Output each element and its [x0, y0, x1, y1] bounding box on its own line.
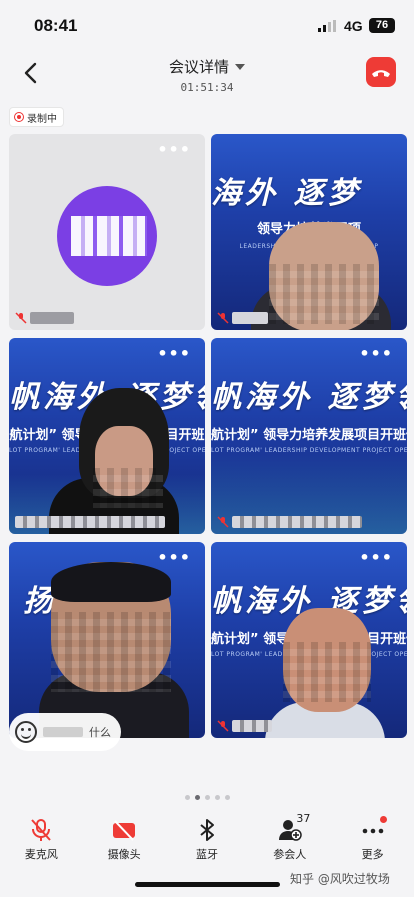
- network-label: 4G: [344, 18, 363, 34]
- bluetooth-icon: [200, 819, 214, 841]
- caret-down-icon[interactable]: [235, 64, 245, 70]
- chat-input-bubble[interactable]: 什么: [9, 713, 121, 751]
- mic-button[interactable]: 麦克风: [0, 808, 83, 870]
- participant-tile[interactable]: 海外 逐梦 领导力培养发展项 LEADERSHIP DEVELOPMENT PR…: [211, 134, 407, 330]
- participant-name-tag: [15, 514, 165, 530]
- status-bar: 08:41 4G 76: [0, 0, 414, 52]
- emoji-icon[interactable]: [15, 721, 37, 743]
- bluetooth-label: 蓝牙: [195, 848, 218, 861]
- mic-off-icon: [15, 312, 27, 324]
- face-mosaic: [283, 642, 371, 702]
- battery-icon: 76: [369, 18, 395, 33]
- participant-name-tag: [217, 718, 272, 734]
- face-mosaic: [51, 612, 171, 692]
- participant-name-blurred: [232, 720, 272, 732]
- face-mosaic: [93, 468, 163, 508]
- participant-name-blurred: [232, 312, 268, 324]
- page-dot[interactable]: [184, 795, 190, 800]
- banner-title: 帆海外 逐梦领: [211, 380, 407, 415]
- participants-label: 参会人: [273, 848, 307, 861]
- mic-off-icon: [217, 516, 229, 528]
- participant-tile[interactable]: ••• 帆海外 逐梦领 航计划” 领导力培养发展项目开班仪 LOT PROGRA…: [211, 338, 407, 534]
- page-dot[interactable]: [214, 795, 220, 800]
- recording-badge[interactable]: 录制中: [9, 107, 64, 127]
- banner-subtitle: 航计划” 领导力培养发展项目开班仪: [211, 428, 407, 443]
- more-options-icon[interactable]: •••: [157, 346, 191, 362]
- avatar-initials-blurred: [71, 216, 147, 256]
- chat-message-text: 什么: [89, 726, 111, 739]
- watermark: 知乎 @风吹过牧场: [290, 872, 390, 886]
- face-mosaic: [269, 264, 379, 324]
- record-icon: [14, 112, 24, 122]
- home-indicator[interactable]: [135, 882, 280, 887]
- more-button[interactable]: 更多: [331, 808, 414, 870]
- page-indicator[interactable]: [0, 795, 414, 800]
- camera-label: 摄像头: [107, 848, 141, 861]
- more-label: 更多: [361, 848, 384, 861]
- hangup-button[interactable]: [366, 57, 396, 87]
- banner-title: 海外 逐梦: [211, 176, 362, 211]
- participant-tile[interactable]: •••: [9, 134, 205, 330]
- more-options-icon[interactable]: •••: [359, 550, 393, 566]
- page-dot[interactable]: [224, 795, 230, 800]
- more-options-icon[interactable]: •••: [359, 346, 393, 362]
- notification-dot: [380, 816, 388, 823]
- camera-off-icon: [113, 820, 136, 841]
- participant-tile[interactable]: ••• 帆海外 逐梦领 航计划” 领导力培养发展项目开班仪 LOT PROGRA…: [211, 542, 407, 738]
- participant-name-blurred: [232, 516, 362, 528]
- page-title[interactable]: 会议详情: [169, 58, 229, 76]
- mic-off-icon: [31, 819, 52, 841]
- participant-tile[interactable]: ••• 扬 外: [9, 542, 205, 738]
- participant-name-blurred: [30, 312, 74, 324]
- mic-label: 麦克风: [24, 848, 58, 861]
- person-hair: [51, 562, 171, 602]
- clock: 08:41: [34, 16, 78, 35]
- more-options-icon[interactable]: •••: [157, 142, 191, 158]
- recording-label: 录制中: [27, 113, 57, 125]
- participants-button[interactable]: 37 参会人: [248, 808, 331, 870]
- participant-name-tag: [217, 310, 268, 326]
- meeting-toolbar: 麦克风 摄像头 蓝牙 37 参会人 更多: [0, 808, 414, 870]
- chat-message-blurred: [43, 727, 83, 737]
- participant-tile[interactable]: ••• 帆海外 逐梦领 航计划” 领导力培养发展项目开班 LOT PROGRAM…: [9, 338, 205, 534]
- banner-english: LOT PROGRAM' LEADERSHIP DEVELOPMENT PROJ…: [211, 447, 407, 454]
- mic-off-icon: [217, 312, 229, 324]
- camera-button[interactable]: 摄像头: [83, 808, 166, 870]
- mic-off-icon: [217, 720, 229, 732]
- participants-count: 37: [296, 812, 311, 825]
- page-dot[interactable]: [204, 795, 210, 800]
- bluetooth-button[interactable]: 蓝牙: [166, 808, 249, 870]
- phone-hangup-icon: [372, 70, 390, 77]
- signal-icon: [318, 20, 336, 32]
- participant-name-tag: [15, 310, 74, 326]
- page-dot-active[interactable]: [194, 795, 200, 800]
- meeting-header[interactable]: 会议详情 01:51:34: [0, 56, 414, 94]
- participant-name-tag: [217, 514, 362, 530]
- meeting-duration: 01:51:34: [180, 81, 234, 94]
- participant-name-blurred: [15, 516, 165, 528]
- more-options-icon[interactable]: •••: [157, 550, 191, 566]
